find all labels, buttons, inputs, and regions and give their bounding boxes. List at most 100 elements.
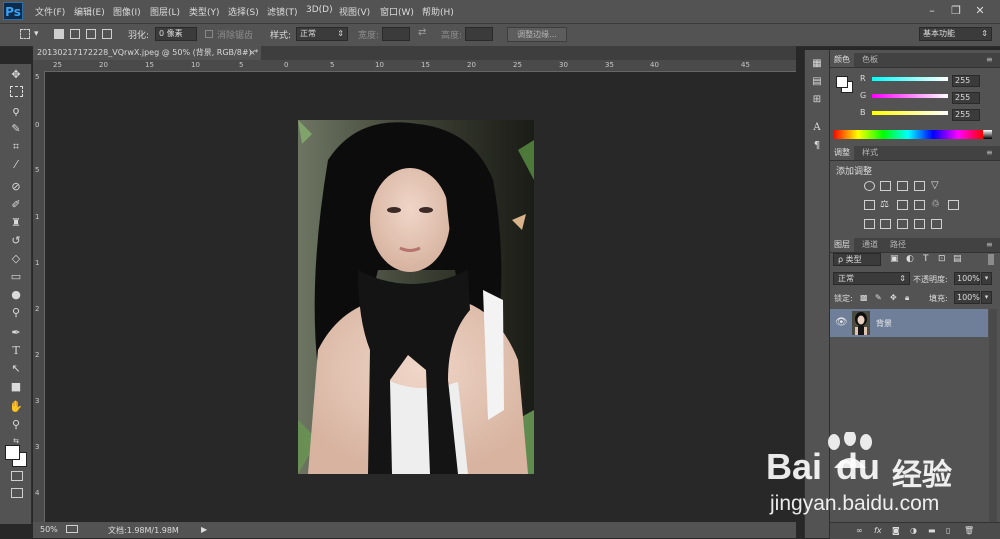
- status-icon[interactable]: [66, 525, 78, 533]
- menu-select[interactable]: 选择(S): [228, 5, 259, 18]
- subtract-selection-icon[interactable]: [86, 29, 96, 39]
- filter-smart-icon[interactable]: ▤: [953, 254, 962, 264]
- minimize-icon[interactable]: –: [922, 3, 942, 19]
- healing-brush-tool-icon[interactable]: ⊘: [9, 180, 23, 194]
- color-spectrum-bar[interactable]: [833, 130, 983, 139]
- tab-styles[interactable]: 样式: [858, 146, 882, 160]
- width-input[interactable]: [382, 27, 410, 41]
- fill-dropdown-icon[interactable]: ▾: [981, 291, 992, 304]
- hand-tool-icon[interactable]: ✋: [9, 400, 23, 414]
- filter-shape-icon[interactable]: ⊡: [938, 254, 946, 264]
- opacity-input[interactable]: 100%: [954, 272, 980, 285]
- layer-row[interactable]: 👁︎ 背景: [830, 309, 988, 337]
- channel-g-slider[interactable]: [872, 94, 948, 98]
- restore-icon[interactable]: ❐: [946, 3, 966, 19]
- add-selection-icon[interactable]: [70, 29, 80, 39]
- gradient-map-icon[interactable]: [914, 219, 925, 229]
- brush-tool-icon[interactable]: ✐: [9, 198, 23, 212]
- menu-help[interactable]: 帮助(H): [422, 5, 454, 18]
- color-balance-icon[interactable]: ⚖: [880, 200, 891, 210]
- posterize-icon[interactable]: [880, 219, 891, 229]
- eyedropper-tool-icon[interactable]: ⁄: [9, 158, 23, 172]
- foreground-color-swatch[interactable]: [5, 445, 20, 460]
- shape-tool-icon[interactable]: ■: [9, 380, 23, 394]
- style-select[interactable]: 正常 ⇕: [296, 27, 348, 41]
- blend-mode-select[interactable]: 正常 ⇕: [833, 272, 910, 285]
- quick-mask-icon[interactable]: [11, 471, 23, 481]
- fill-input[interactable]: 100%: [954, 291, 980, 304]
- tab-adjustments[interactable]: 调整: [830, 146, 854, 160]
- channel-r-value[interactable]: 255: [952, 75, 980, 87]
- properties-panel-icon[interactable]: ▤: [810, 76, 824, 88]
- quick-select-tool-icon[interactable]: ✎: [9, 122, 23, 136]
- photo-filter-icon[interactable]: [914, 200, 925, 210]
- threshold-icon[interactable]: [897, 219, 908, 229]
- levels-icon[interactable]: [880, 181, 891, 191]
- selective-color-icon[interactable]: [931, 219, 942, 229]
- blur-tool-icon[interactable]: ●: [9, 288, 23, 302]
- channel-b-value[interactable]: 255: [952, 109, 980, 121]
- crop-tool-icon[interactable]: ⌗: [9, 140, 23, 154]
- menu-image[interactable]: 图像(I): [113, 5, 141, 18]
- menu-view[interactable]: 视图(V): [339, 5, 370, 18]
- panel-menu-icon[interactable]: ≡: [982, 53, 997, 67]
- lock-transparent-icon[interactable]: ▩: [860, 293, 868, 302]
- status-menu-arrow-icon[interactable]: ▶: [201, 525, 207, 534]
- filter-adjust-icon[interactable]: ◐: [906, 254, 914, 264]
- menu-filter[interactable]: 滤镜(T): [267, 5, 298, 18]
- canvas-area[interactable]: [45, 72, 796, 522]
- opacity-dropdown-icon[interactable]: ▾: [981, 272, 992, 285]
- history-panel-icon[interactable]: ▦: [810, 58, 824, 70]
- layer-name[interactable]: 背景: [876, 318, 892, 329]
- history-brush-tool-icon[interactable]: ↺: [9, 234, 23, 248]
- lasso-tool-icon[interactable]: ϙ: [9, 104, 23, 118]
- menu-3d[interactable]: 3D(D): [306, 5, 333, 15]
- gradient-tool-icon[interactable]: ▭: [9, 270, 23, 284]
- panel-menu-icon[interactable]: ≡: [982, 146, 997, 160]
- new-selection-icon[interactable]: [54, 29, 64, 39]
- intersect-selection-icon[interactable]: [102, 29, 112, 39]
- dodge-tool-icon[interactable]: ⚲: [9, 306, 23, 320]
- menu-edit[interactable]: 编辑(E): [74, 5, 105, 18]
- antialias-checkbox[interactable]: [205, 30, 213, 38]
- screen-mode-icon[interactable]: [11, 488, 23, 498]
- channel-r-slider[interactable]: [872, 77, 948, 81]
- paragraph-panel-icon[interactable]: ¶: [810, 140, 824, 152]
- menu-window[interactable]: 窗口(W): [380, 5, 414, 18]
- rect-marquee-tool-icon[interactable]: [10, 86, 23, 97]
- eye-visibility-icon[interactable]: 👁︎: [835, 317, 848, 328]
- fg-color-swatch[interactable]: [836, 76, 848, 88]
- channel-mixer-icon[interactable]: ♲: [931, 200, 942, 210]
- color-lookup-icon[interactable]: [948, 200, 959, 210]
- pen-tool-icon[interactable]: ✒: [9, 326, 23, 340]
- tab-channels[interactable]: 通道: [858, 238, 882, 252]
- lock-pixels-icon[interactable]: ✎: [875, 293, 882, 302]
- tab-swatches[interactable]: 色板: [858, 53, 882, 67]
- invert-icon[interactable]: [864, 219, 875, 229]
- document-tab[interactable]: 20130217172228_VQrwX.jpeg @ 50% (背景, RGB…: [33, 46, 261, 60]
- swap-arrows-icon[interactable]: ⇄: [418, 27, 426, 38]
- filter-toggle[interactable]: [988, 254, 994, 265]
- refine-edge-button[interactable]: 调整边缘...: [507, 27, 567, 42]
- panel-menu-icon[interactable]: ≡: [982, 238, 997, 252]
- document-image[interactable]: [298, 120, 534, 474]
- clone-stamp-tool-icon[interactable]: ♜: [9, 216, 23, 230]
- layer-filter-select[interactable]: ρ 类型: [833, 253, 881, 266]
- menu-file[interactable]: 文件(F): [35, 5, 65, 18]
- move-tool-icon[interactable]: ✥: [9, 68, 23, 82]
- path-select-tool-icon[interactable]: ↖: [9, 362, 23, 376]
- tab-paths[interactable]: 路径: [886, 238, 910, 252]
- channel-b-slider[interactable]: [872, 111, 948, 115]
- workspace-select[interactable]: 基本功能 ⇕: [919, 27, 992, 41]
- brightness-icon[interactable]: [864, 181, 875, 191]
- curves-icon[interactable]: [897, 181, 908, 191]
- marquee-tool-icon[interactable]: [20, 29, 30, 39]
- eraser-tool-icon[interactable]: ◇: [9, 252, 23, 266]
- height-input[interactable]: [465, 27, 493, 41]
- menu-layer[interactable]: 图层(L): [150, 5, 180, 18]
- hue-saturation-icon[interactable]: [864, 200, 875, 210]
- channel-g-value[interactable]: 255: [952, 92, 980, 104]
- grayscale-ramp[interactable]: [983, 130, 992, 139]
- vibrance-icon[interactable]: ▽: [931, 181, 942, 191]
- zoom-tool-icon[interactable]: ⚲: [9, 418, 23, 432]
